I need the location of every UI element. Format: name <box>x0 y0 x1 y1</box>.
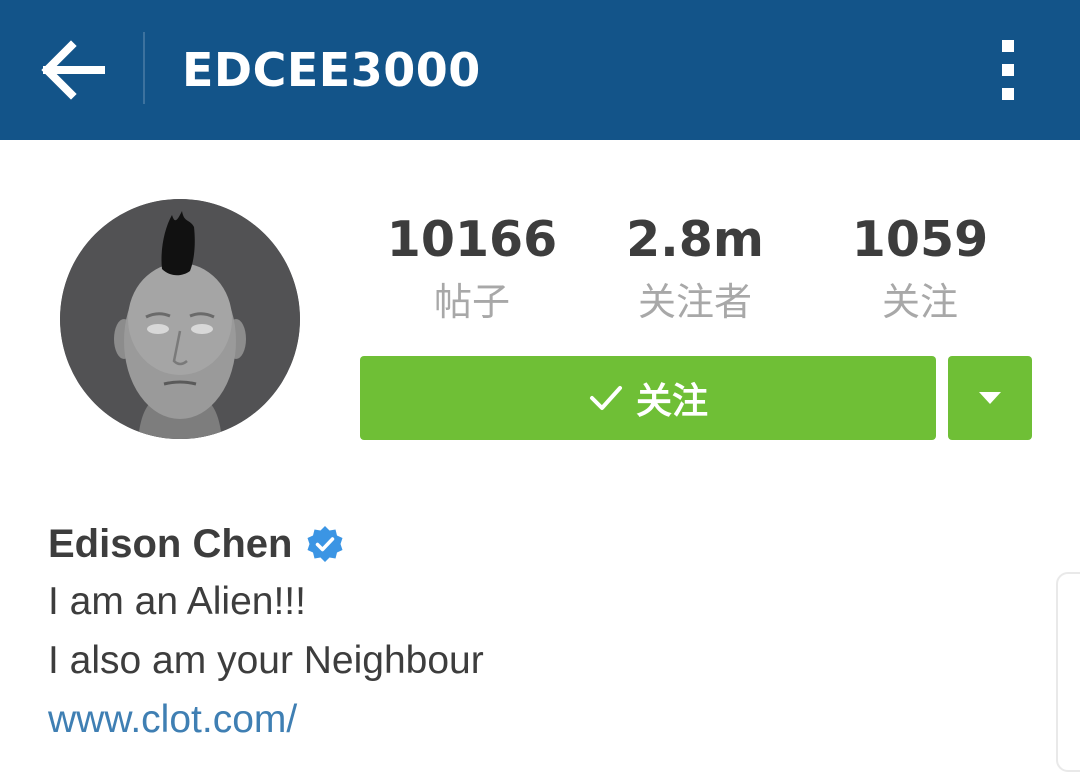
header-divider <box>143 32 145 104</box>
posts-label: 帖子 <box>433 280 510 324</box>
avatar-image <box>60 199 300 439</box>
follow-options-dropdown-button[interactable] <box>948 356 1032 440</box>
profile-full-name: Edison Chen <box>48 521 293 566</box>
followers-label: 关注者 <box>637 280 752 324</box>
verified-badge-icon <box>306 525 344 563</box>
stat-followers[interactable]: 2.8m 关注者 <box>575 205 815 331</box>
bio-line: I am an Alien!!! <box>48 580 306 623</box>
bio-line: I also am your Neighbour <box>48 639 484 682</box>
following-label: 关注 <box>881 280 958 324</box>
back-button[interactable] <box>20 18 124 122</box>
bio-website-link[interactable]: www.clot.com/ <box>48 690 1028 750</box>
app-header: EDCEE3000 <box>0 0 1080 140</box>
avatar[interactable] <box>60 199 300 439</box>
side-panel-edge <box>1056 572 1080 772</box>
profile-bio: Edison Chen I am an Alien!!! I also am y… <box>48 516 1028 750</box>
following-count: 1059 <box>851 211 989 268</box>
arrow-left-icon <box>41 40 105 100</box>
following-button-label: 关注 <box>635 381 708 422</box>
more-options-button[interactable] <box>970 24 1046 116</box>
stat-following[interactable]: 1059 关注 <box>800 205 1040 331</box>
stat-posts[interactable]: 10166 帖子 <box>352 205 592 331</box>
profile-username: EDCEE3000 <box>182 43 481 97</box>
caret-down-icon <box>979 392 1001 404</box>
following-button[interactable]: 关注 <box>360 356 936 440</box>
followers-count: 2.8m <box>626 211 764 268</box>
posts-count: 10166 <box>386 211 558 268</box>
checkmark-icon <box>588 383 624 413</box>
